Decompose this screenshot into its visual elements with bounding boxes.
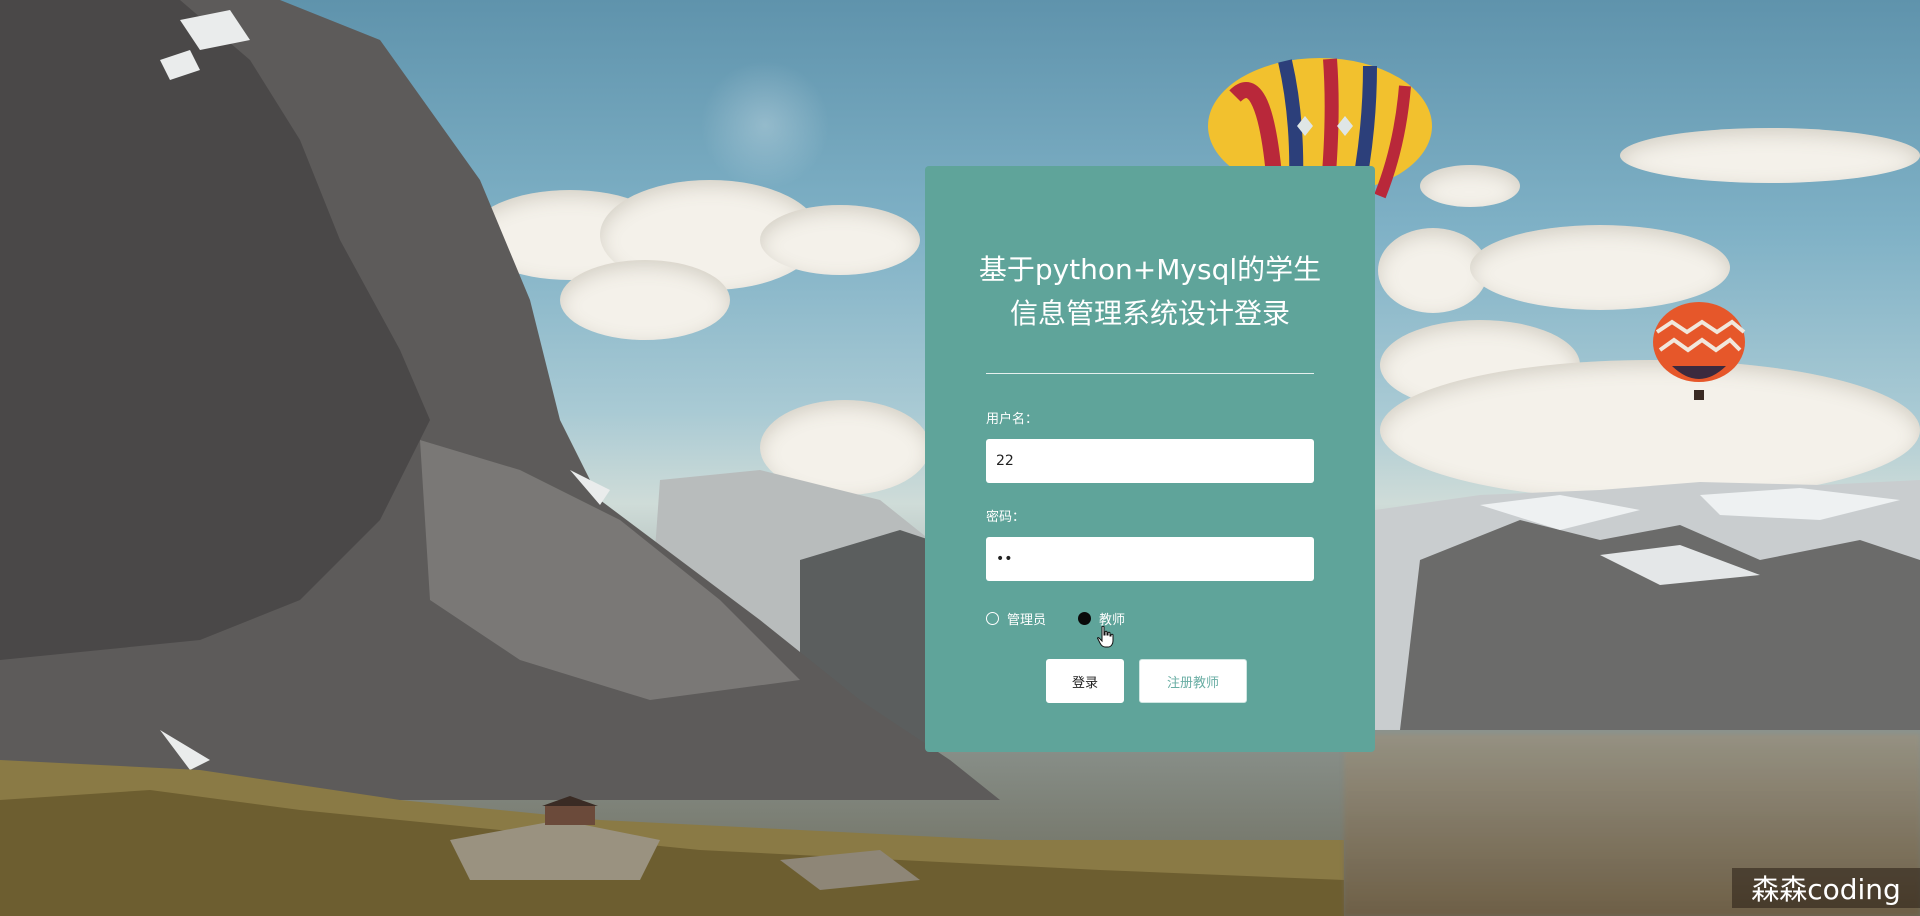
role-radio-admin[interactable] bbox=[986, 611, 999, 625]
role-label-admin[interactable]: 管理员 bbox=[1007, 609, 1046, 628]
register-teacher-button[interactable]: 注册教师 bbox=[1139, 659, 1247, 703]
role-selector: 管理员 教师 bbox=[986, 608, 1125, 628]
login-button[interactable]: 登录 bbox=[1046, 659, 1124, 703]
role-label-teacher[interactable]: 教师 bbox=[1099, 609, 1125, 628]
username-input[interactable] bbox=[986, 439, 1314, 483]
username-label: 用户名： bbox=[986, 412, 1039, 427]
password-input[interactable] bbox=[986, 537, 1314, 581]
watermark: 森森coding bbox=[1732, 868, 1920, 908]
login-card: 基于python+Mysql的学生信息管理系统设计登录 用户名： 密码： 管理员… bbox=[925, 166, 1375, 752]
hot-air-balloon-small bbox=[1653, 302, 1746, 400]
title-divider bbox=[986, 373, 1314, 374]
login-title: 基于python+Mysql的学生信息管理系统设计登录 bbox=[978, 253, 1322, 330]
hand-pointer-icon bbox=[1097, 626, 1114, 648]
password-label: 密码： bbox=[986, 510, 1026, 525]
role-radio-teacher[interactable] bbox=[1078, 611, 1092, 625]
